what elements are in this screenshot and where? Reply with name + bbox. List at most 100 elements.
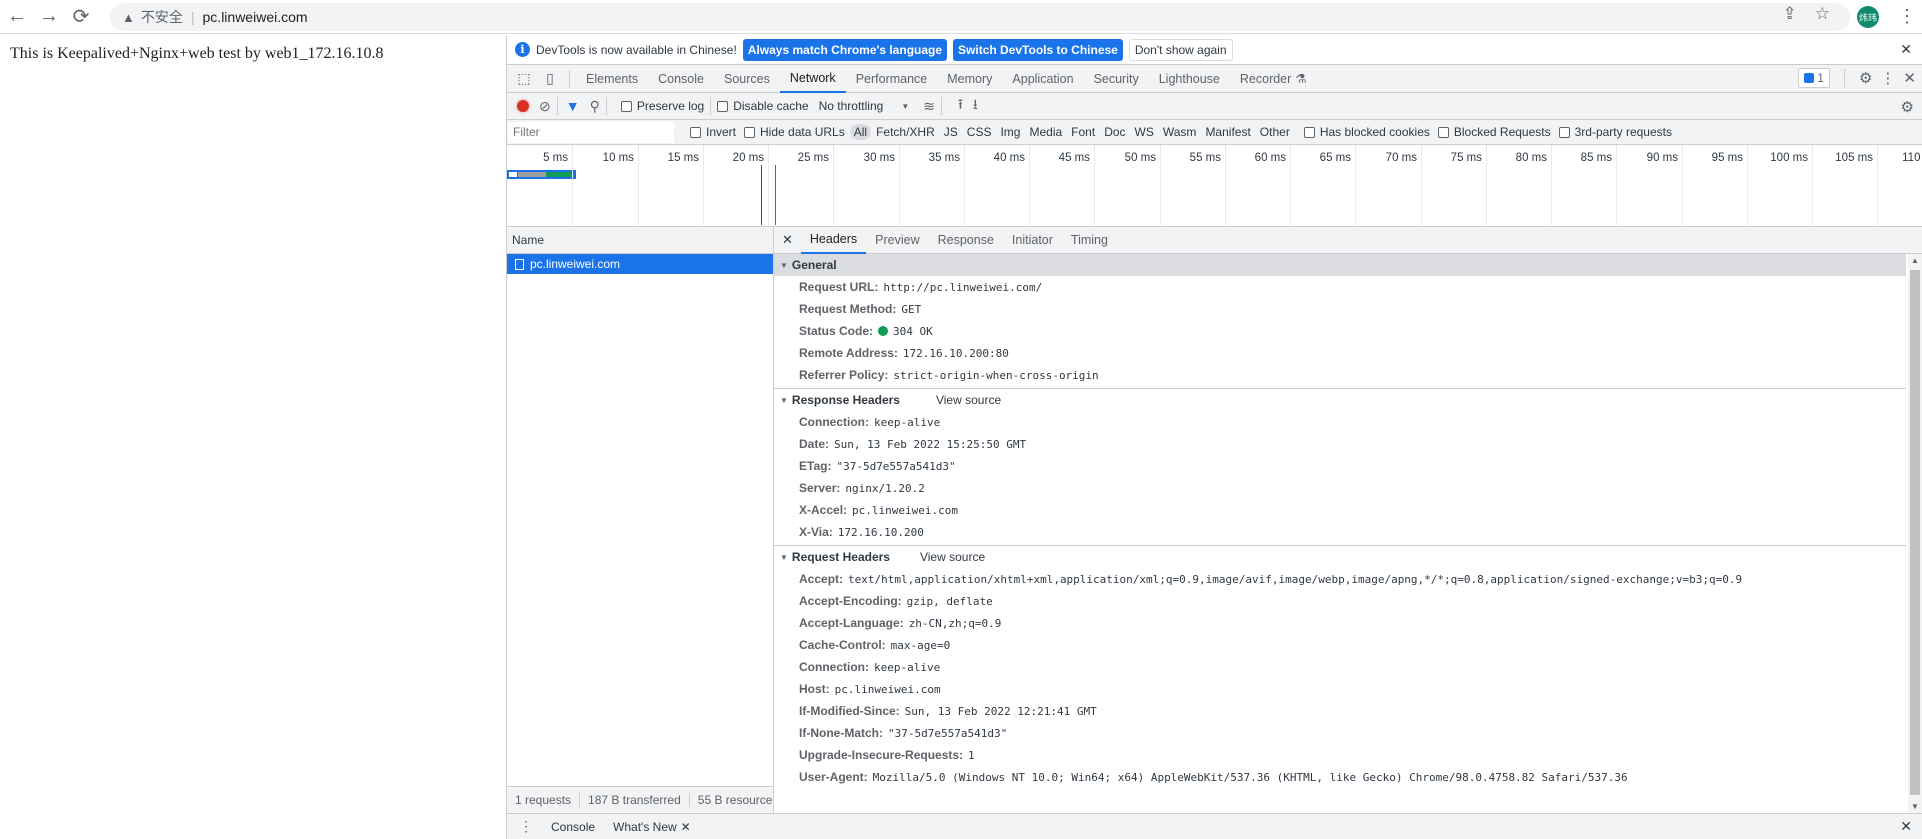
details-tab-response[interactable]: Response [929, 227, 1003, 254]
scroll-up-icon[interactable]: ▲ [1911, 256, 1919, 265]
vertical-scrollbar[interactable]: ▲ ▼ [1908, 254, 1922, 813]
checkbox-box[interactable] [1558, 126, 1570, 138]
tab-lighthouse[interactable]: Lighthouse [1149, 65, 1230, 93]
drawer-menu-icon[interactable]: ⋮ [519, 818, 533, 835]
timeline-gridline [703, 145, 704, 225]
import-har-icon[interactable]: ⭱ [958, 94, 963, 118]
tab-memory[interactable]: Memory [937, 65, 1002, 93]
filter-input[interactable] [508, 121, 674, 143]
network-settings-icon[interactable]: ⚙ [1901, 98, 1914, 116]
tab-sources[interactable]: Sources [714, 65, 780, 93]
close-devtools-icon[interactable]: ✕ [1903, 69, 1916, 87]
tab-elements[interactable]: Elements [576, 65, 648, 93]
tab-security[interactable]: Security [1084, 65, 1149, 93]
filter-type-media[interactable]: Media [1025, 124, 1066, 140]
close-drawer-icon[interactable]: ✕ [1900, 818, 1912, 835]
filter-type-other[interactable]: Other [1256, 124, 1294, 140]
checkbox-box[interactable] [1437, 126, 1449, 138]
security-label[interactable]: 不安全 [141, 7, 183, 27]
close-tab-icon[interactable]: ✕ [681, 820, 691, 834]
filter-type-js[interactable]: JS [940, 124, 962, 140]
filter-type-all[interactable]: All [849, 124, 872, 140]
invert-checkbox[interactable]: Invert [690, 125, 736, 139]
view-source-link[interactable]: View source [936, 393, 1001, 407]
record-icon[interactable] [517, 100, 529, 112]
name-column-header[interactable]: Name [507, 227, 773, 254]
scrollbar-thumb[interactable] [1910, 270, 1920, 795]
checkbox-box[interactable] [690, 126, 701, 138]
search-icon[interactable]: ⚲ [590, 98, 600, 115]
filter-type-img[interactable]: Img [996, 124, 1024, 140]
switch-chinese-button[interactable]: Switch DevTools to Chinese [953, 38, 1123, 61]
filter-bar: Invert Hide data URLs AllFetch/XHRJSCSSI… [507, 120, 1922, 145]
network-overview-timeline[interactable]: 5 ms 10 ms 15 ms 20 ms 25 ms 30 ms 35 ms 40 ms 4… [507, 145, 1922, 227]
clear-icon[interactable]: ⊘ [539, 98, 551, 115]
view-source-link[interactable]: View source [920, 550, 985, 564]
checkbox-box[interactable] [1303, 126, 1315, 138]
warning-icon[interactable]: ▲ [122, 10, 135, 25]
details-tab-preview[interactable]: Preview [866, 227, 928, 254]
checkbox-box[interactable] [717, 100, 729, 112]
drawer-tab-console[interactable]: Console [551, 820, 595, 834]
export-har-icon[interactable]: ⭳ [973, 94, 978, 118]
tab-network[interactable]: Network [779, 65, 846, 93]
close-details-icon[interactable]: ✕ [774, 232, 801, 248]
tab-console[interactable]: Console [648, 65, 714, 93]
scroll-down-icon[interactable]: ▼ [1911, 802, 1919, 811]
share-icon[interactable]: ⇪ [1783, 4, 1797, 24]
general-section-header[interactable]: ▼ General [774, 254, 1906, 276]
tab-recorder[interactable]: Recorder ⚗ [1230, 65, 1317, 93]
network-conditions-icon[interactable]: ≋ [923, 98, 935, 115]
details-tab-timing[interactable]: Timing [1062, 227, 1117, 254]
has-blocked-cookies-checkbox[interactable]: Has blocked cookies [1303, 125, 1430, 139]
forward-button[interactable]: → [34, 2, 64, 32]
load-event-line [775, 165, 776, 225]
blocked-requests-checkbox[interactable]: Blocked Requests [1437, 125, 1551, 139]
preserve-log-checkbox[interactable]: Preserve log [620, 99, 704, 113]
close-icon[interactable]: ✕ [1900, 41, 1912, 58]
requests-count: 1 requests [507, 793, 581, 807]
settings-icon[interactable]: ⚙ [1859, 69, 1872, 87]
hide-data-urls-checkbox[interactable]: Hide data URLs [744, 125, 845, 139]
header-value: 172.16.10.200 [837, 525, 924, 539]
timeline-tick-label: 35 ms [928, 152, 960, 164]
filter-type-doc[interactable]: Doc [1100, 124, 1129, 140]
checkbox-box[interactable] [744, 126, 756, 138]
filter-icon[interactable]: ▼ [566, 98, 580, 114]
request-headers-header[interactable]: ▼ Request Headers View source [774, 546, 1906, 568]
chrome-menu-icon[interactable]: ⋮ [1898, 5, 1916, 27]
drawer-tab-whats-new[interactable]: What's New [613, 820, 677, 834]
back-button[interactable]: ← [2, 2, 32, 32]
details-tab-initiator[interactable]: Initiator [1003, 227, 1062, 254]
details-tabbar: ✕ Headers Preview Response Initiator Timing [774, 227, 1922, 254]
tab-application[interactable]: Application [1002, 65, 1083, 93]
inspect-element-icon[interactable]: ⬚ [511, 66, 537, 92]
issues-badge[interactable]: 1 [1798, 68, 1830, 88]
third-party-checkbox[interactable]: 3rd-party requests [1558, 125, 1672, 139]
response-headers-header[interactable]: ▼ Response Headers View source [774, 389, 1906, 411]
request-row[interactable]: pc.linweiwei.com [507, 254, 773, 274]
address-bar[interactable]: ▲ 不安全 | pc.linweiwei.com [110, 3, 1850, 31]
url-text[interactable]: pc.linweiwei.com [203, 9, 308, 25]
request-timing-bar[interactable] [507, 170, 576, 179]
filter-type-wasm[interactable]: Wasm [1159, 124, 1201, 140]
filter-type-font[interactable]: Font [1067, 124, 1099, 140]
device-toolbar-icon[interactable]: ▯ [537, 66, 563, 92]
filter-type-ws[interactable]: WS [1131, 124, 1158, 140]
more-options-icon[interactable]: ⋮ [1880, 69, 1895, 87]
dont-show-again-button[interactable]: Don't show again [1128, 38, 1233, 61]
filter-type-css[interactable]: CSS [963, 124, 996, 140]
header-row: Connection: keep-alive [774, 656, 1906, 678]
star-icon[interactable]: ☆ [1815, 4, 1830, 24]
match-language-button[interactable]: Always match Chrome's language [742, 38, 948, 61]
tab-performance[interactable]: Performance [846, 65, 938, 93]
filter-type-fetch-xhr[interactable]: Fetch/XHR [872, 124, 939, 140]
filter-type-manifest[interactable]: Manifest [1201, 124, 1254, 140]
header-value: nginx/1.20.2 [845, 481, 925, 495]
profile-avatar[interactable]: 炜玮 [1857, 6, 1879, 28]
throttling-select[interactable]: No throttling ▼ [819, 99, 910, 113]
checkbox-box[interactable] [620, 100, 632, 112]
disable-cache-checkbox[interactable]: Disable cache [717, 99, 809, 113]
details-tab-headers[interactable]: Headers [800, 227, 867, 254]
reload-button[interactable]: ⟳ [66, 2, 96, 32]
